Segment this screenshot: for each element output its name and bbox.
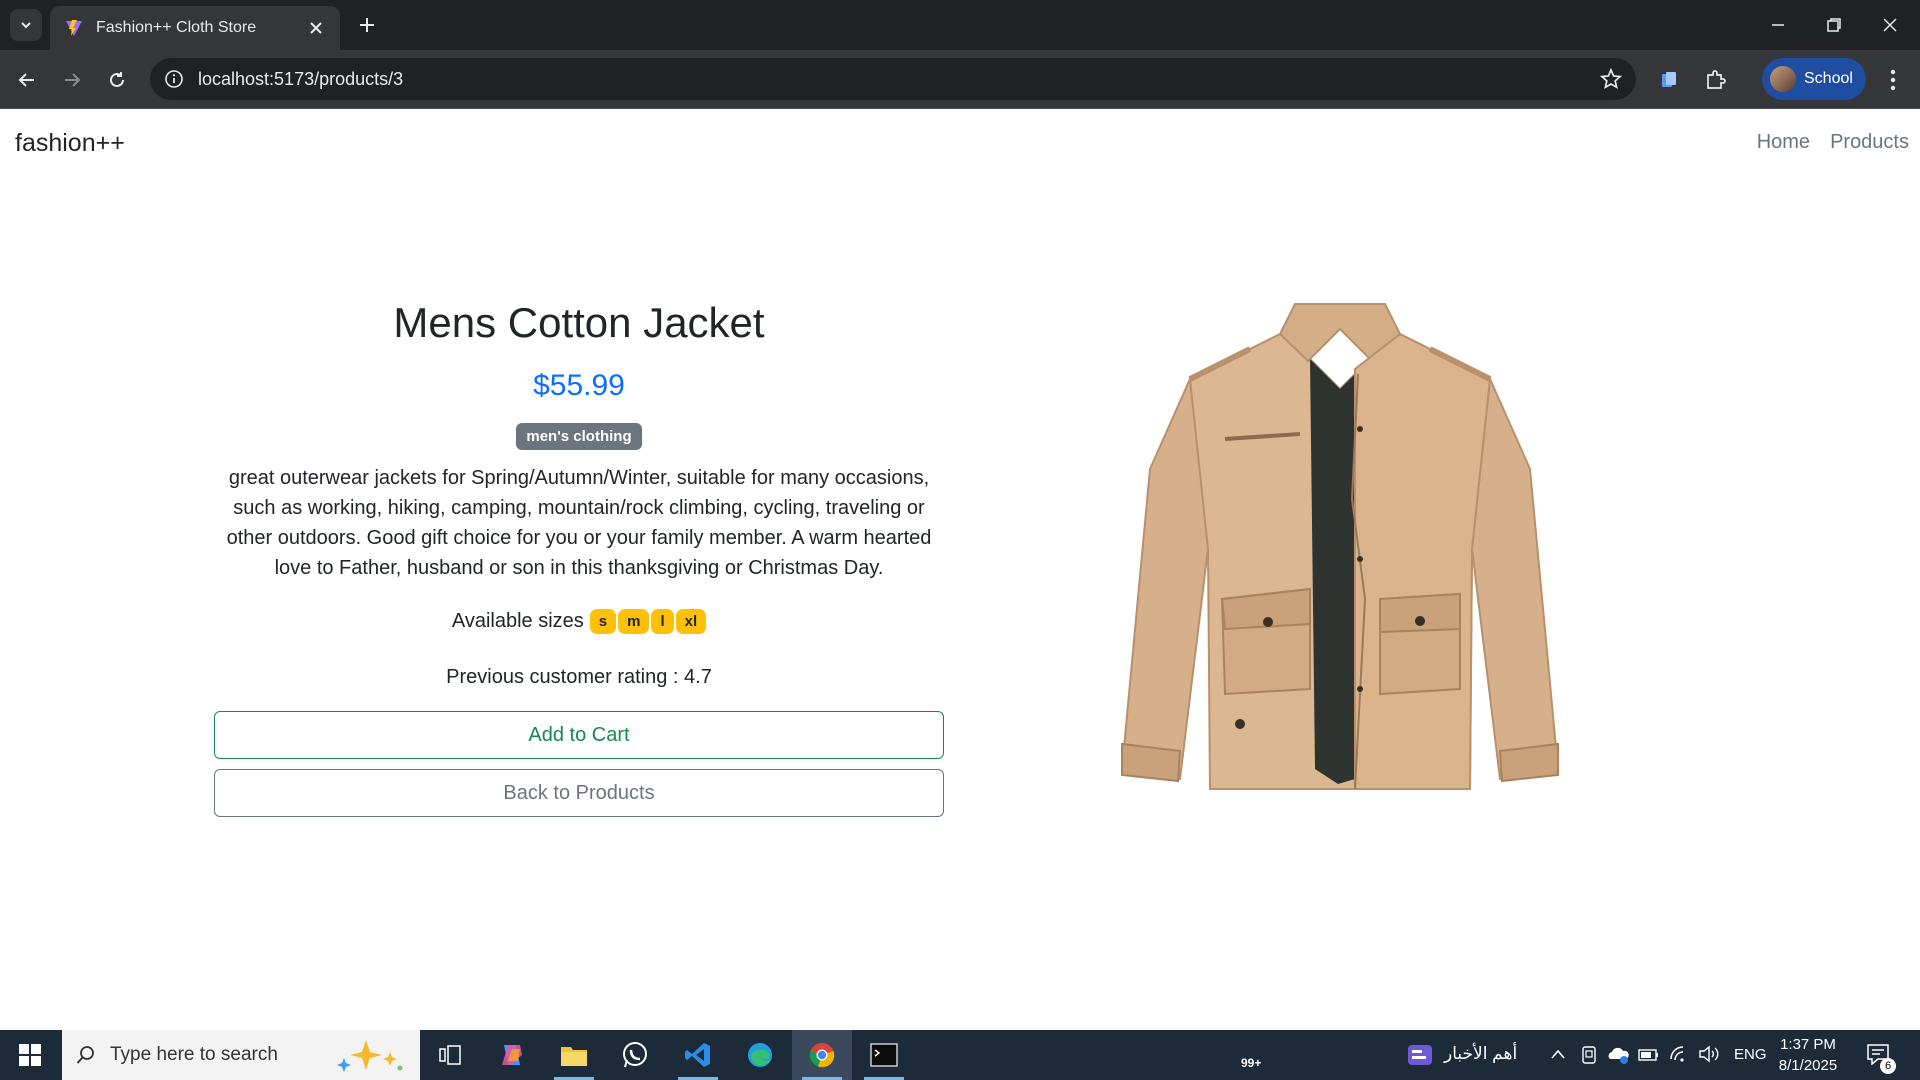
add-to-cart-button[interactable]: Add to Cart bbox=[214, 711, 944, 759]
size-badge-l: l bbox=[651, 609, 674, 634]
nav-link-products[interactable]: Products bbox=[1830, 131, 1909, 154]
customer-rating: Previous customer rating : 4.7 bbox=[446, 666, 712, 688]
copilot-icon bbox=[502, 1045, 522, 1065]
chrome-icon bbox=[809, 1043, 835, 1068]
wifi-icon[interactable] bbox=[1668, 1045, 1690, 1063]
whatsapp-badge: 99+ bbox=[1238, 1056, 1265, 1070]
tab-title: Fashion++ Cloth Store bbox=[96, 19, 257, 36]
folder-icon bbox=[561, 1047, 587, 1066]
search-placeholder: Type here to search bbox=[110, 1044, 278, 1065]
task-view-button[interactable] bbox=[420, 1030, 480, 1080]
close-window-button[interactable] bbox=[1870, 8, 1910, 42]
reload-icon bbox=[110, 72, 124, 87]
whatsapp-icon bbox=[623, 1042, 647, 1068]
start-button[interactable] bbox=[0, 1030, 60, 1080]
kebab-menu-icon[interactable] bbox=[1876, 63, 1910, 97]
chevron-down-icon bbox=[21, 22, 31, 29]
product-details: Mens Cotton Jacket $55.99 men's clothing… bbox=[214, 299, 944, 817]
vscode-icon bbox=[685, 1043, 710, 1067]
meet-now-icon[interactable] bbox=[1580, 1045, 1598, 1065]
product-description: great outerwear jackets for Spring/Autum… bbox=[226, 467, 932, 579]
sizes-row: Available sizes s m l xl bbox=[214, 609, 944, 634]
browser-tab-bar: Fashion++ Cloth Store bbox=[0, 0, 1920, 50]
star-icon[interactable] bbox=[1600, 68, 1622, 90]
tab-search-button[interactable] bbox=[10, 9, 42, 41]
reload-button[interactable] bbox=[100, 63, 134, 97]
minimize-button[interactable] bbox=[1758, 8, 1798, 42]
edge-app[interactable] bbox=[730, 1030, 790, 1080]
site-navbar: fashion++ Home Products bbox=[0, 109, 1920, 181]
clock[interactable]: 1:37 PM 8/1/2025 bbox=[1772, 1034, 1844, 1076]
arrow-right-icon bbox=[65, 73, 81, 87]
copilot-app[interactable] bbox=[482, 1030, 542, 1080]
puzzle-icon[interactable] bbox=[1698, 63, 1732, 97]
forward-button[interactable] bbox=[55, 63, 89, 97]
new-tab-button[interactable] bbox=[352, 10, 382, 40]
battery-icon[interactable] bbox=[1638, 1047, 1660, 1063]
files-extension-icon[interactable] bbox=[1652, 63, 1686, 97]
vscode-app[interactable] bbox=[668, 1030, 728, 1080]
minimize-icon bbox=[1772, 24, 1784, 26]
onedrive-icon[interactable] bbox=[1606, 1045, 1630, 1065]
brand-logo[interactable]: fashion++ bbox=[15, 129, 125, 158]
windows-taskbar: Type here to search 99+ أهم الأخبار ENG … bbox=[0, 1030, 1920, 1080]
search-icon bbox=[76, 1046, 94, 1064]
windows-icon bbox=[19, 1044, 41, 1066]
terminal-app[interactable] bbox=[854, 1030, 914, 1080]
browser-toolbar: localhost:5173/products/3 School bbox=[0, 50, 1920, 109]
taskbar-search[interactable]: Type here to search bbox=[62, 1030, 420, 1080]
page-content: fashion++ Home Products Mens Cotton Jack… bbox=[0, 109, 1920, 1030]
edge-icon bbox=[748, 1043, 772, 1067]
task-view-icon bbox=[439, 1045, 461, 1065]
close-icon[interactable] bbox=[306, 18, 326, 38]
avatar bbox=[1770, 66, 1796, 92]
file-explorer-app[interactable] bbox=[544, 1030, 604, 1080]
size-badge-s: s bbox=[589, 609, 617, 634]
notification-count-badge: 6 bbox=[1880, 1058, 1896, 1074]
product-price: $55.99 bbox=[533, 369, 625, 402]
site-info-icon[interactable] bbox=[164, 69, 184, 89]
chevron-up-icon[interactable] bbox=[1550, 1048, 1566, 1060]
vite-icon bbox=[66, 20, 82, 36]
close-icon bbox=[1883, 18, 1897, 32]
product-title: Mens Cotton Jacket bbox=[393, 299, 765, 346]
size-badge-xl: xl bbox=[675, 609, 707, 634]
sparkle-icon bbox=[337, 1040, 403, 1072]
whatsapp-app[interactable]: 99+ bbox=[606, 1030, 1265, 1080]
category-badge: men's clothing bbox=[516, 423, 642, 450]
url-text: localhost:5173/products/3 bbox=[198, 68, 404, 89]
nav-links: Home Products bbox=[1757, 131, 1909, 154]
product-image bbox=[1120, 303, 1560, 790]
back-to-products-button[interactable]: Back to Products bbox=[214, 769, 944, 817]
profile-button[interactable]: School bbox=[1762, 58, 1866, 100]
clock-date: 8/1/2025 bbox=[1778, 1057, 1838, 1074]
nav-link-home[interactable]: Home bbox=[1757, 131, 1810, 154]
news-widget-icon[interactable] bbox=[1406, 1042, 1434, 1068]
profile-label: School bbox=[1804, 70, 1853, 87]
chrome-app[interactable] bbox=[792, 1030, 852, 1080]
back-button[interactable] bbox=[10, 63, 44, 97]
volume-icon[interactable] bbox=[1698, 1045, 1720, 1063]
terminal-icon bbox=[870, 1043, 898, 1067]
plus-icon bbox=[360, 18, 374, 32]
sizes-label: Available sizes bbox=[451, 610, 584, 632]
news-widget-label[interactable]: أهم الأخبار bbox=[1444, 1044, 1517, 1064]
size-badge-m: m bbox=[618, 609, 650, 634]
language-indicator[interactable]: ENG bbox=[1734, 1046, 1767, 1063]
restore-button[interactable] bbox=[1814, 8, 1854, 42]
clock-time: 1:37 PM bbox=[1780, 1036, 1836, 1053]
browser-tab[interactable]: Fashion++ Cloth Store bbox=[50, 6, 340, 50]
arrow-left-icon bbox=[18, 73, 34, 87]
restore-icon bbox=[1827, 18, 1841, 32]
address-bar[interactable]: localhost:5173/products/3 bbox=[150, 58, 1636, 100]
